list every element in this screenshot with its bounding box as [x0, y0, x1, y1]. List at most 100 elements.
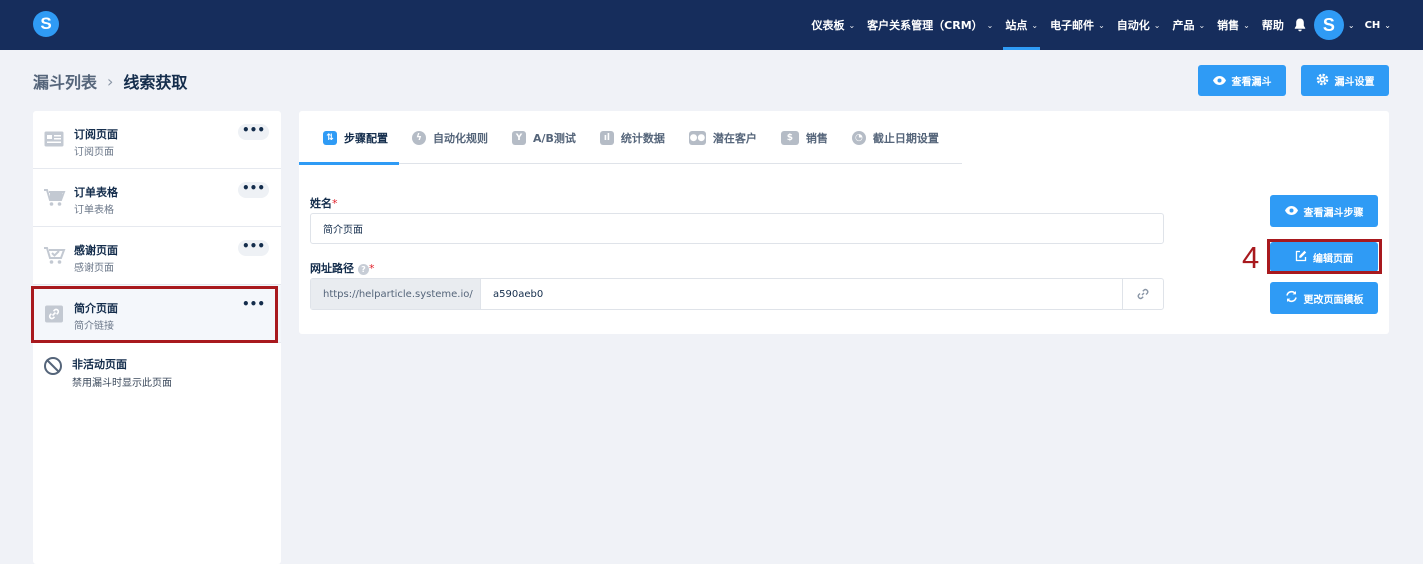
form-icon [44, 131, 64, 147]
nav-item-sites[interactable]: 站点 ⌄ [999, 0, 1044, 50]
selected-step-highlight [31, 286, 278, 343]
language-label: CH [1364, 19, 1381, 31]
cart-icon [44, 189, 66, 206]
view-step-label: 查看漏斗步骤 [1303, 207, 1364, 219]
clock-icon: ◔ [851, 130, 866, 145]
required-mark: * [369, 262, 375, 275]
nav-item-email[interactable]: 电子邮件 ⌄ [1044, 0, 1111, 50]
nav-item-label: 帮助 [1261, 19, 1284, 32]
chevron-down-icon: ⌄ [1098, 20, 1105, 30]
chevron-down-icon: ⌄ [848, 20, 856, 30]
tab-deadline-settings[interactable]: ◔ 截止日期设置 [839, 111, 950, 164]
chevron-down-icon: ⌄ [1031, 20, 1039, 30]
tab-automation-rules[interactable]: ϟ 自动化规则 [399, 111, 499, 164]
eye-icon [1212, 74, 1226, 88]
nav-item-label: 站点 [1005, 19, 1028, 32]
nav-item-label: 客户关系管理（CRM） [867, 19, 983, 32]
breadcrumb: 漏斗列表 › 线索获取 [33, 69, 187, 93]
tab-statistics[interactable]: ıl 统计数据 [587, 111, 676, 164]
chevron-right-icon: › [107, 71, 114, 91]
split-icon: Y [512, 130, 526, 145]
sliders-icon: ⇅ [323, 130, 337, 145]
tab-label: 销售 [805, 131, 828, 145]
more-options-button[interactable]: ••• [238, 182, 269, 198]
nav-item-products[interactable]: 产品 ⌄ [1166, 0, 1211, 50]
tab-label: 自动化规则 [433, 131, 488, 145]
dollar-icon: $ [780, 130, 799, 145]
url-path-field: https://helparticle.systeme.io/ a590aeb0 [310, 278, 1164, 310]
name-field[interactable]: 简介页面 [310, 213, 1164, 244]
funnel-step-title: 订阅页面 [74, 128, 118, 141]
tab-sales[interactable]: $ 销售 [768, 111, 839, 164]
cart-check-icon [44, 247, 66, 264]
tab-leads[interactable]: ●● 潜在客户 [676, 111, 768, 164]
annotation-step-number: 4 [1242, 240, 1260, 275]
url-path-input[interactable]: a590aeb0 [481, 279, 1122, 309]
inactive-page-subtitle: 禁用漏斗时显示此页面 [72, 378, 172, 389]
chevron-down-icon[interactable]: ⌄ [1348, 21, 1355, 30]
eye-icon [1284, 204, 1298, 218]
nav-item-dashboard[interactable]: 仪表板 ⌄ [805, 0, 861, 50]
funnel-step-subtitle: 订阅页面 [74, 147, 114, 158]
funnel-step-title: 订单表格 [74, 186, 118, 199]
view-funnel-step-button[interactable]: 查看漏斗步骤 [1270, 195, 1378, 227]
ban-icon [44, 357, 62, 375]
inactive-page-title: 非活动页面 [72, 358, 127, 371]
nav-item-label: 仪表板 [811, 19, 845, 32]
url-label-text: 网址路径 [310, 262, 354, 275]
chevron-down-icon: ⌄ [986, 20, 994, 30]
nav-item-crm[interactable]: 客户关系管理（CRM） ⌄ [861, 0, 999, 50]
step-tabs: ⇅ 步骤配置 ϟ 自动化规则 Y A/B测试 ıl 统计数据 ●● 潜在客户 $ 销售 ◔ 截… [299, 111, 962, 165]
name-label-text: 姓名 [310, 197, 332, 210]
page-title: 线索获取 [123, 73, 188, 92]
nav-item-help[interactable]: 帮助 [1256, 0, 1290, 50]
view-funnel-button[interactable]: 查看漏斗 [1198, 65, 1286, 96]
nav-item-automation[interactable]: 自动化 ⌄ [1111, 0, 1167, 50]
inactive-page-item[interactable]: 非活动页面 禁用漏斗时显示此页面 [33, 347, 281, 397]
nav-item-label: 自动化 [1116, 19, 1150, 32]
more-options-button[interactable]: ••• [238, 240, 269, 256]
avatar[interactable]: S [1313, 10, 1344, 40]
chevron-down-icon: ⌄ [1153, 20, 1161, 30]
funnel-step-item[interactable]: 感谢页面 感谢页面 ••• [33, 227, 281, 285]
funnel-step-title: 感谢页面 [74, 244, 118, 257]
bolt-icon: ϟ [412, 130, 426, 145]
chevron-down-icon: ⌄ [1243, 20, 1250, 30]
funnel-settings-label: 漏斗设置 [1334, 77, 1375, 88]
breadcrumb-funnel-list[interactable]: 漏斗列表 [33, 69, 97, 93]
refresh-icon [1285, 290, 1298, 306]
tab-step-config[interactable]: ⇅ 步骤配置 [299, 111, 399, 165]
nav-item-sales[interactable]: 销售 ⌄ [1211, 0, 1256, 50]
name-field-label: 姓名* [310, 195, 338, 211]
funnel-step-item[interactable]: 订阅页面 订阅页面 ••• [33, 111, 281, 169]
url-prefix: https://helparticle.systeme.io/ [311, 279, 481, 309]
tab-label: 步骤配置 [344, 131, 388, 145]
funnel-step-subtitle: 感谢页面 [74, 263, 114, 274]
users-icon: ●● [688, 130, 706, 145]
top-navbar: S 仪表板 ⌄ 客户关系管理（CRM） ⌄ 站点 ⌄ 电子邮件 ⌄ 自动化 ⌄ 产品 ⌄ 销… [0, 0, 1423, 50]
tab-label: A/B测试 [533, 131, 576, 145]
tab-ab-test[interactable]: Y A/B测试 [499, 111, 587, 164]
gear-icon [1316, 73, 1329, 89]
funnel-settings-button[interactable]: 漏斗设置 [1301, 65, 1389, 96]
bell-icon[interactable] [1290, 0, 1314, 50]
chevron-down-icon: ⌄ [1384, 20, 1391, 30]
change-template-button[interactable]: 更改页面模板 [1270, 282, 1378, 314]
bar-chart-icon: ıl [599, 130, 614, 145]
link-icon[interactable] [1122, 279, 1163, 309]
change-template-label: 更改页面模板 [1303, 294, 1364, 306]
view-funnel-label: 查看漏斗 [1231, 77, 1272, 88]
more-options-button[interactable]: ••• [238, 124, 269, 140]
edit-page-highlight [1267, 239, 1382, 274]
help-icon[interactable]: ? [358, 263, 369, 275]
nav-item-label: 产品 [1172, 19, 1195, 32]
required-mark: * [332, 197, 338, 210]
main-nav: 仪表板 ⌄ 客户关系管理（CRM） ⌄ 站点 ⌄ 电子邮件 ⌄ 自动化 ⌄ 产品 ⌄ 销售 ⌄… [805, 0, 1423, 50]
funnel-step-subtitle: 订单表格 [74, 205, 114, 216]
language-selector[interactable]: CH ⌄ [1365, 20, 1391, 31]
systeme-logo[interactable]: S [33, 11, 59, 37]
url-field-label: 网址路径? * [310, 260, 375, 276]
tab-label: 潜在客户 [712, 131, 757, 145]
tab-label: 截止日期设置 [872, 131, 939, 145]
funnel-step-item[interactable]: 订单表格 订单表格 ••• [33, 169, 281, 227]
